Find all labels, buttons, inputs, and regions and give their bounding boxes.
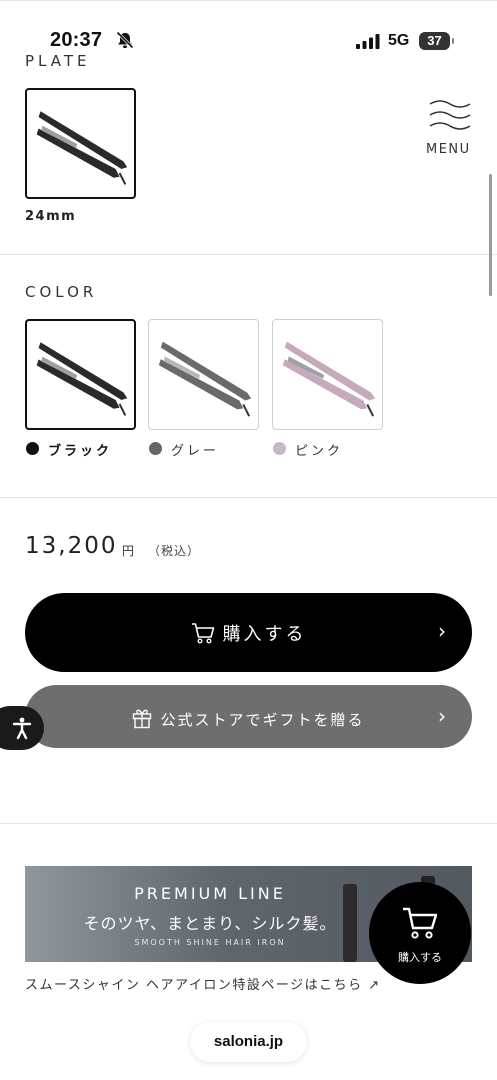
color-option-pink[interactable] (272, 319, 383, 430)
cellular-signal-icon (356, 34, 380, 49)
chevron-right-icon: › (438, 619, 446, 643)
color-swatch-gray (149, 442, 162, 455)
menu-button[interactable]: MENU (424, 98, 476, 160)
menu-wave-icon (429, 100, 471, 130)
hair-iron-black-image (36, 342, 128, 416)
browser-url-bar[interactable]: salonia.jp (190, 1022, 307, 1062)
color-option-gray[interactable] (148, 319, 259, 430)
color-label-gray: グレー (171, 444, 220, 459)
special-page-link[interactable]: スムースシャイン ヘアアイロン特設ページはこちら ↗ (25, 974, 381, 993)
hair-iron-pink-image (282, 341, 376, 417)
menu-label: MENU (426, 142, 471, 157)
plate-option-24mm[interactable] (25, 88, 136, 199)
gift-icon (133, 709, 152, 729)
gift-button-label: 公式ストアでギフトを贈る (160, 711, 365, 729)
plate-section-label: PLATE (25, 52, 91, 70)
banner-title: PREMIUM LINE (134, 884, 286, 903)
divider (0, 254, 497, 255)
chevron-right-icon: › (438, 704, 446, 728)
divider (0, 823, 497, 824)
price-unit: 円 (122, 544, 135, 558)
floating-buy-label: 購入する (398, 951, 442, 964)
buy-button[interactable]: 購入する › (25, 593, 472, 672)
divider (0, 497, 497, 498)
hair-iron-black-image (36, 111, 128, 185)
cart-icon (191, 623, 214, 644)
plate-size-label: 24mm (25, 209, 77, 224)
status-bar: 20:37 5G 37 (0, 0, 497, 56)
bell-muted-icon (116, 31, 134, 49)
color-label-black: ブラック (48, 444, 113, 459)
hair-iron-gray-image (158, 341, 252, 417)
network-type: 5G (388, 32, 410, 49)
battery-icon: 37 (419, 32, 454, 50)
banner-tagline: SMOOTH SHINE HAIR IRON (134, 938, 286, 947)
color-swatch-pink (273, 442, 286, 455)
accessibility-button[interactable] (0, 706, 44, 750)
accessibility-icon (12, 717, 32, 740)
floating-buy-button[interactable]: 購入する (369, 882, 471, 984)
status-time: 20:37 (50, 29, 103, 51)
color-option-black[interactable] (25, 319, 136, 430)
color-section-label: COLOR (25, 283, 98, 301)
price-amount: 13,200 (25, 533, 118, 559)
color-label-pink: ピンク (295, 444, 344, 459)
color-swatch-black (26, 442, 39, 455)
buy-button-label: 購入する (222, 624, 307, 645)
banner-subtitle: そのツヤ、まとまり、シルク髪。 (83, 914, 337, 933)
gift-button[interactable]: 公式ストアでギフトを贈る › (25, 685, 472, 748)
cart-icon (403, 907, 438, 939)
scrollbar[interactable] (489, 174, 492, 296)
price-tax-label: （税込） (148, 544, 201, 558)
